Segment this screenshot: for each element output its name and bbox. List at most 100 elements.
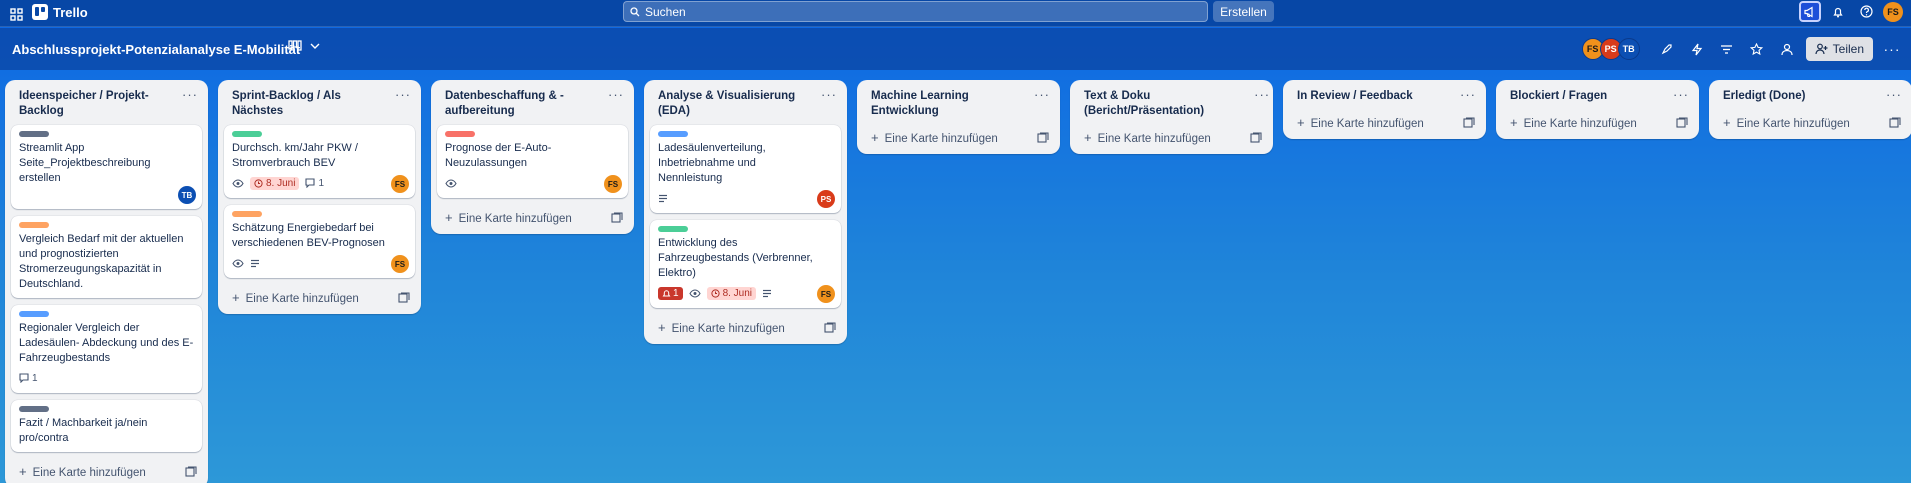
add-card-button[interactable]: + Eine Karte hinzufügen bbox=[863, 125, 1054, 148]
list-analyse: Analyse & Visualisierung (EDA) ··· Lades… bbox=[644, 80, 847, 344]
plus-icon: + bbox=[871, 130, 879, 145]
list-title[interactable]: Datenbeschaffung & -aufbereitung bbox=[445, 89, 608, 119]
add-card-label: Eine Karte hinzufügen bbox=[1523, 118, 1637, 130]
power-ups-icon[interactable] bbox=[1656, 38, 1678, 60]
template-icon[interactable] bbox=[184, 466, 198, 478]
card-label[interactable] bbox=[19, 131, 49, 137]
template-icon[interactable] bbox=[610, 212, 624, 224]
add-card-button[interactable]: + Eine Karte hinzufügen bbox=[1502, 110, 1693, 133]
card-member-avatar[interactable]: PS bbox=[817, 190, 835, 208]
due-date-badge[interactable]: 8. Juni bbox=[250, 176, 300, 190]
card[interactable]: Streamlit App Seite_Projektbeschreibung … bbox=[11, 125, 202, 209]
card[interactable]: Schätzung Energiebedarf bei verschiedene… bbox=[224, 205, 415, 278]
card-label[interactable] bbox=[19, 222, 49, 228]
list-menu-icon[interactable]: ··· bbox=[182, 88, 198, 101]
share-button[interactable]: Teilen bbox=[1805, 37, 1873, 61]
comment-icon bbox=[19, 373, 29, 383]
list-title[interactable]: In Review / Feedback bbox=[1297, 89, 1413, 104]
template-icon[interactable] bbox=[823, 322, 837, 334]
create-button[interactable]: Erstellen bbox=[1213, 1, 1274, 22]
card-member-avatar[interactable]: FS bbox=[391, 255, 409, 273]
card-member-avatar[interactable]: FS bbox=[391, 175, 409, 193]
add-card-label: Eine Karte hinzufügen bbox=[1097, 133, 1211, 145]
list-title[interactable]: Sprint-Backlog / Als Nächstes bbox=[232, 89, 395, 119]
list-menu-icon[interactable]: ··· bbox=[1034, 88, 1050, 101]
trello-logo[interactable]: Trello bbox=[32, 4, 88, 20]
card-title: Regionaler Vergleich der Ladesäulen- Abd… bbox=[19, 322, 194, 364]
help-icon[interactable] bbox=[1855, 1, 1877, 22]
list-title[interactable]: Machine Learning Entwicklung bbox=[871, 89, 1034, 119]
plus-icon: + bbox=[19, 464, 27, 479]
list-erledigt: Erledigt (Done) ··· + Eine Karte hinzufüg… bbox=[1709, 80, 1911, 139]
list-menu-icon[interactable]: ··· bbox=[608, 88, 624, 101]
app-switcher-icon[interactable] bbox=[6, 4, 26, 24]
list-menu-icon[interactable]: ··· bbox=[1254, 88, 1270, 101]
user-avatar[interactable]: FS bbox=[1883, 1, 1903, 22]
more-icon[interactable]: ··· bbox=[1881, 38, 1903, 60]
card-label[interactable] bbox=[19, 311, 49, 317]
board-members[interactable]: FS PS TB bbox=[1581, 38, 1640, 60]
card[interactable]: Prognose der E-Auto-Neuzulassungen FS bbox=[437, 125, 628, 198]
megaphone-icon[interactable] bbox=[1799, 1, 1821, 22]
card-member-avatar[interactable]: FS bbox=[604, 175, 622, 193]
list-title[interactable]: Analyse & Visualisierung (EDA) bbox=[658, 89, 821, 119]
add-card-button[interactable]: + Eine Karte hinzufügen bbox=[437, 205, 628, 228]
card[interactable]: Vergleich Bedarf mit der aktuellen und p… bbox=[11, 216, 202, 298]
add-card-button[interactable]: + Eine Karte hinzufügen bbox=[1715, 110, 1906, 133]
template-icon[interactable] bbox=[1036, 132, 1050, 144]
list-sprint-backlog: Sprint-Backlog / Als Nächstes ··· Durchs… bbox=[218, 80, 421, 314]
due-date-badge[interactable]: 8. Juni bbox=[706, 286, 757, 300]
card[interactable]: Ladesäulenverteilung, Inbetriebnahme und… bbox=[650, 125, 841, 213]
notification-badge[interactable]: 1 bbox=[658, 286, 683, 300]
list-title[interactable]: Text & Doku (Bericht/Präsentation) bbox=[1084, 89, 1254, 119]
list-menu-icon[interactable]: ··· bbox=[1886, 88, 1902, 101]
card[interactable]: Entwicklung des Fahrzeugbestands (Verbre… bbox=[650, 220, 841, 308]
clock-icon bbox=[254, 178, 263, 188]
card-label[interactable] bbox=[445, 131, 475, 137]
search-input[interactable]: Suchen bbox=[623, 1, 1208, 22]
list-title[interactable]: Blockiert / Fragen bbox=[1510, 89, 1607, 104]
list-title[interactable]: Ideenspeicher / Projekt-Backlog bbox=[19, 89, 182, 119]
add-card-button[interactable]: + Eine Karte hinzufügen bbox=[1076, 125, 1267, 148]
card-title: Schätzung Energiebedarf bei verschiedene… bbox=[232, 222, 385, 249]
plus-icon: + bbox=[658, 320, 666, 335]
list-menu-icon[interactable]: ··· bbox=[821, 88, 837, 101]
card[interactable]: Regionaler Vergleich der Ladesäulen- Abd… bbox=[11, 305, 202, 393]
board-view-switcher[interactable] bbox=[288, 40, 320, 52]
card-label[interactable] bbox=[232, 131, 262, 137]
automation-icon[interactable] bbox=[1686, 38, 1708, 60]
board-header: Abschlussprojekt-Potenzialanalyse E-Mobi… bbox=[0, 28, 1911, 70]
template-icon[interactable] bbox=[1462, 117, 1476, 129]
description-icon bbox=[251, 259, 259, 267]
comment-badge: 1 bbox=[305, 178, 324, 189]
card-label[interactable] bbox=[658, 131, 688, 137]
template-icon[interactable] bbox=[1888, 117, 1902, 129]
card[interactable]: Durchsch. km/Jahr PKW / Stromverbrauch B… bbox=[224, 125, 415, 198]
list-menu-icon[interactable]: ··· bbox=[395, 88, 411, 101]
template-icon[interactable] bbox=[1249, 132, 1263, 144]
card-member-avatar[interactable]: FS bbox=[817, 285, 835, 303]
card-label[interactable] bbox=[232, 211, 262, 217]
list-title[interactable]: Erledigt (Done) bbox=[1723, 89, 1805, 104]
add-card-button[interactable]: + Eine Karte hinzufügen bbox=[11, 459, 202, 482]
visibility-icon[interactable] bbox=[1776, 38, 1798, 60]
plus-icon: + bbox=[1084, 130, 1092, 145]
list-menu-icon[interactable]: ··· bbox=[1673, 88, 1689, 101]
card-label[interactable] bbox=[19, 406, 49, 412]
list-menu-icon[interactable]: ··· bbox=[1460, 88, 1476, 101]
add-card-button[interactable]: + Eine Karte hinzufügen bbox=[1289, 110, 1480, 133]
search-icon bbox=[630, 6, 640, 16]
card-label[interactable] bbox=[658, 226, 688, 232]
due-date: 8. Juni bbox=[266, 177, 296, 189]
member-avatar[interactable]: TB bbox=[1617, 38, 1640, 60]
star-icon[interactable] bbox=[1746, 38, 1768, 60]
add-card-button[interactable]: + Eine Karte hinzufügen bbox=[224, 285, 415, 308]
card-member-avatar[interactable]: TB bbox=[178, 186, 196, 204]
filter-icon[interactable] bbox=[1716, 38, 1738, 60]
board-title[interactable]: Abschlussprojekt-Potenzialanalyse E-Mobi… bbox=[12, 42, 300, 57]
template-icon[interactable] bbox=[397, 292, 411, 304]
add-card-button[interactable]: + Eine Karte hinzufügen bbox=[650, 315, 841, 338]
card[interactable]: Fazit / Machbarkeit ja/nein pro/contra bbox=[11, 400, 202, 452]
bell-icon[interactable] bbox=[1827, 1, 1849, 22]
template-icon[interactable] bbox=[1675, 117, 1689, 129]
